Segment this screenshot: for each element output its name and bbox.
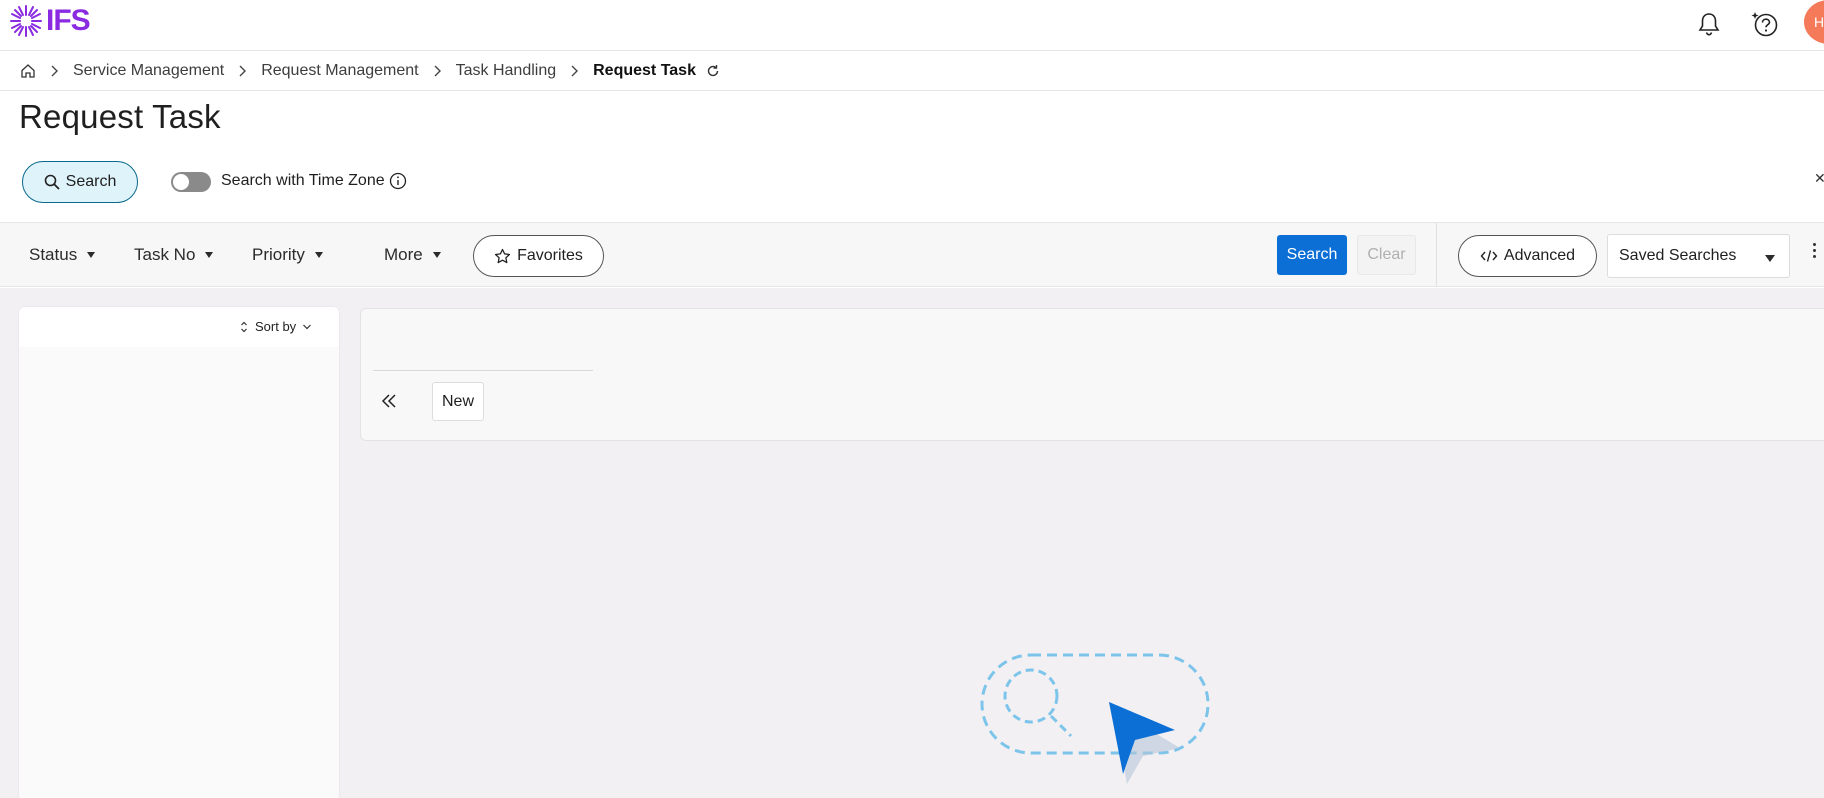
clear-button[interactable]: Clear [1357,235,1416,275]
filter-task-no[interactable]: Task No [134,245,214,265]
new-button[interactable]: New [432,382,484,421]
search-button[interactable]: Search [1277,235,1347,275]
top-bar: IFS H [0,0,1824,51]
sort-by-label: Sort by [255,319,297,334]
breadcrumb-item-service-management[interactable]: Service Management [73,62,224,80]
chevron-right-icon [50,65,58,77]
filter-priority-label: Priority [252,245,305,264]
caret-down-icon [205,252,214,258]
sort-icon [241,321,247,332]
home-icon[interactable] [20,63,36,79]
caret-down-icon [1765,255,1775,262]
pin-icon[interactable]: ✕ [1814,170,1824,187]
ai-help-icon[interactable] [1750,9,1780,39]
breadcrumb-item-task-handling[interactable]: Task Handling [456,62,557,80]
caret-down-icon [87,252,96,258]
breadcrumb: Service Management Request Management Ta… [0,52,1824,91]
dashed-search-box [980,653,1210,755]
code-icon [1480,250,1498,262]
chevron-right-icon [570,65,579,77]
cursor-arrow [1109,702,1175,774]
saved-searches-select[interactable]: Saved Searches [1607,234,1790,278]
search-mode-button[interactable]: Search [22,161,138,203]
star-icon [495,248,511,263]
search-mode-label: Search [65,173,117,190]
filter-bar: Status Task No Priority More Favorites S… [0,222,1824,287]
timezone-toggle-label: Search with Time Zone [221,172,407,190]
caret-down-icon [432,252,441,258]
filter-more[interactable]: More [384,245,441,265]
filter-status[interactable]: Status [29,245,96,265]
ifs-logo[interactable]: IFS [8,4,91,38]
bell-icon[interactable] [1694,9,1724,39]
avatar-initial: H [1814,14,1824,30]
detail-panel: New [360,308,1824,441]
page-title: Request Task [19,98,221,135]
sort-by-button[interactable]: Sort by [239,319,312,334]
chevron-right-icon [238,65,247,77]
dashed-magnifier-circle [1003,668,1059,724]
search-illustration [980,653,1210,784]
filter-status-label: Status [29,245,78,264]
toggle-knob [173,174,189,190]
chevron-right-icon [433,65,441,77]
info-icon[interactable] [389,172,407,190]
avatar[interactable]: H [1804,0,1824,44]
breadcrumb-current: Request Task [593,62,696,79]
divider [1436,223,1437,286]
refresh-icon[interactable] [706,64,720,78]
advanced-label: Advanced [1503,247,1576,264]
timezone-toggle[interactable] [171,172,211,192]
favorites-label: Favorites [517,247,583,264]
favorites-button[interactable]: Favorites [473,235,604,277]
filter-priority[interactable]: Priority [252,245,323,265]
caret-down-icon [314,252,323,258]
saved-searches-label: Saved Searches [1619,247,1737,264]
dashed-magnifier-handle [1049,714,1073,738]
double-chevron-left-icon[interactable] [381,389,397,415]
filter-task-no-label: Task No [134,245,196,264]
chevron-down-icon [303,324,312,329]
list-panel-header: Sort by [19,307,339,347]
kebab-icon[interactable] [1813,243,1816,258]
advanced-button[interactable]: Advanced [1458,235,1597,277]
list-panel: Sort by [19,307,339,798]
logo-text: IFS [46,4,91,37]
filter-more-label: More [384,245,423,264]
content-area: Sort by New [0,288,1824,798]
search-icon [44,174,60,190]
timezone-toggle-text: Search with Time Zone [221,172,385,189]
divider [373,370,593,371]
breadcrumb-item-request-management[interactable]: Request Management [261,62,418,80]
ifs-logo-icon [10,5,42,37]
